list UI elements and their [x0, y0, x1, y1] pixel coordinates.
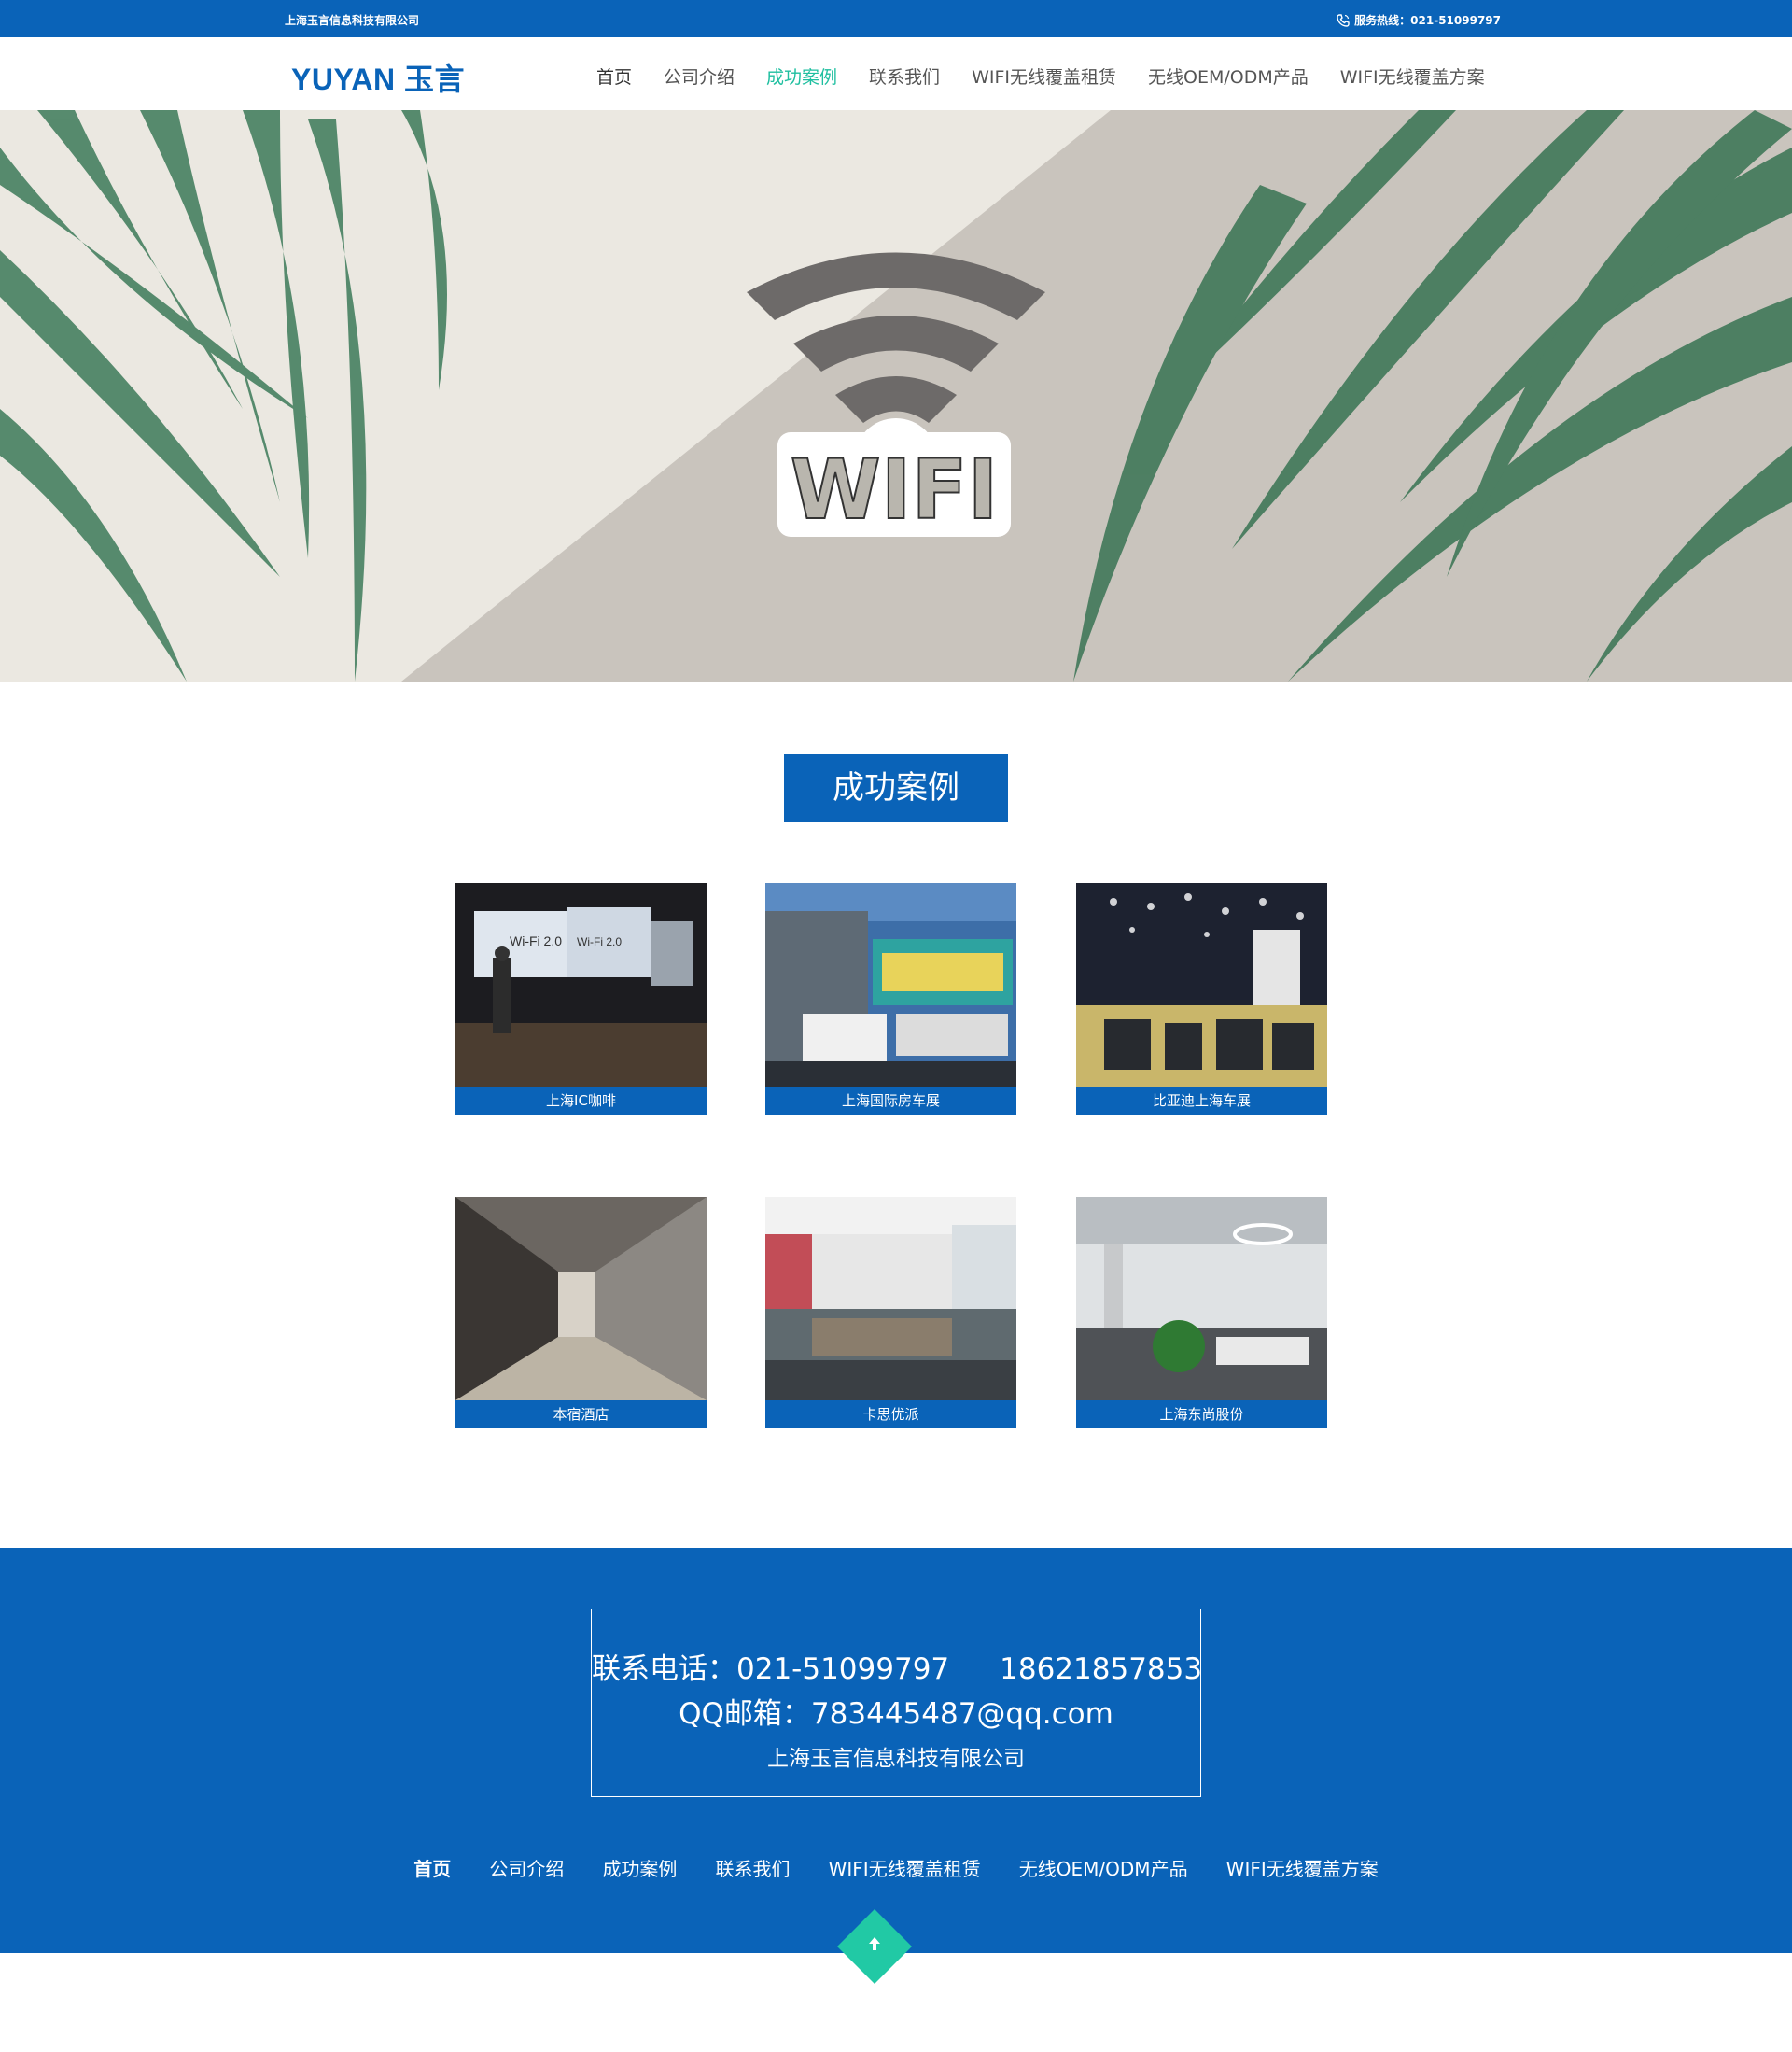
contact-phone-line: 联系电话：021-51099797 18621857853 — [592, 1645, 1203, 1687]
footer-company: 上海玉言信息科技有限公司 — [767, 1747, 1025, 1771]
contact-phone: 联系电话：021-51099797 — [592, 1652, 950, 1686]
footer-nav: 首页 公司介绍 成功案例 联系我们 WIFI无线覆盖租赁 无线OEM/ODM产品… — [0, 1854, 1792, 1881]
case-image — [1076, 883, 1327, 1087]
nav-cases[interactable]: 成功案例 — [750, 63, 853, 89]
nav-oem-odm[interactable]: 无线OEM/ODM产品 — [1132, 63, 1324, 89]
nav-wifi-solution[interactable]: WIFI无线覆盖方案 — [1324, 63, 1501, 89]
case-card[interactable]: 上海国际房车展 — [765, 883, 1016, 1115]
case-image — [1076, 1197, 1327, 1400]
case-image: Wi-Fi 2.0 Wi-Fi 2.0 — [455, 883, 707, 1087]
logo[interactable]: YUYAN 玉言 — [291, 56, 465, 99]
case-card[interactable]: Wi-Fi 2.0 Wi-Fi 2.0 上海IC咖啡 — [455, 883, 707, 1115]
footer-nav-oem-odm[interactable]: 无线OEM/ODM产品 — [1019, 1854, 1188, 1881]
back-to-top-button[interactable] — [837, 1909, 912, 1984]
footer-nav-cases[interactable]: 成功案例 — [602, 1854, 677, 1881]
footer-nav-wifi-rental[interactable]: WIFI无线覆盖租赁 — [829, 1854, 981, 1881]
hero-banner: WIFI — [0, 110, 1792, 682]
company-name: 上海玉言信息科技有限公司 — [285, 14, 420, 27]
nav-home[interactable]: 首页 — [581, 63, 648, 89]
nav-about[interactable]: 公司介绍 — [648, 63, 750, 89]
cases-grid: Wi-Fi 2.0 Wi-Fi 2.0 上海IC咖啡 上海国际房车展 比亚迪上海… — [455, 883, 1327, 1430]
case-caption: 上海国际房车展 — [765, 1087, 1016, 1115]
case-caption: 本宿酒店 — [455, 1400, 707, 1428]
footer-nav-wifi-solution[interactable]: WIFI无线覆盖方案 — [1226, 1854, 1379, 1881]
svg-text:Wi-Fi 2.0: Wi-Fi 2.0 — [510, 934, 562, 949]
header: YUYAN 玉言 首页 公司介绍 成功案例 联系我们 WIFI无线覆盖租赁 无线… — [0, 37, 1792, 110]
phone-icon — [1337, 13, 1350, 27]
case-card[interactable]: 比亚迪上海车展 — [1076, 883, 1327, 1115]
nav-contact[interactable]: 联系我们 — [853, 63, 956, 89]
case-caption: 上海IC咖啡 — [455, 1087, 707, 1115]
hotline: 服务热线：021-51099797 — [1336, 12, 1501, 28]
case-card[interactable]: 本宿酒店 — [455, 1197, 707, 1428]
case-caption: 卡思优派 — [765, 1400, 1016, 1428]
nav-wifi-rental[interactable]: WIFI无线覆盖租赁 — [956, 63, 1132, 89]
footer-nav-home[interactable]: 首页 — [413, 1854, 451, 1881]
svg-text:Wi-Fi 2.0: Wi-Fi 2.0 — [577, 935, 622, 949]
case-image — [765, 1197, 1016, 1400]
svg-text:WIFI: WIFI — [791, 442, 999, 538]
section-title: 成功案例 — [784, 754, 1008, 822]
case-caption: 上海东尚股份 — [1076, 1400, 1327, 1428]
case-image — [455, 1197, 707, 1400]
top-bar: 上海玉言信息科技有限公司 服务热线：021-51099797 — [0, 0, 1792, 37]
case-image — [765, 883, 1016, 1087]
footer-nav-about[interactable]: 公司介绍 — [489, 1854, 564, 1881]
footer-nav-contact[interactable]: 联系我们 — [716, 1854, 791, 1881]
footer: 联系电话：021-51099797 18621857853 QQ邮箱：783445… — [0, 1548, 1792, 1953]
contact-email: QQ邮箱：783445487@qq.com — [679, 1697, 1113, 1731]
main-nav: 首页 公司介绍 成功案例 联系我们 WIFI无线覆盖租赁 无线OEM/ODM产品… — [581, 63, 1501, 89]
case-caption: 比亚迪上海车展 — [1076, 1087, 1327, 1115]
hotline-text: 服务热线：021-51099797 — [1354, 14, 1501, 27]
case-card[interactable]: 上海东尚股份 — [1076, 1197, 1327, 1428]
contact-mobile: 18621857853 — [1000, 1652, 1203, 1686]
contact-box: 联系电话：021-51099797 18621857853 QQ邮箱：783445… — [591, 1609, 1203, 1797]
case-card[interactable]: 卡思优派 — [765, 1197, 1016, 1428]
banner-image: WIFI — [0, 110, 1792, 682]
